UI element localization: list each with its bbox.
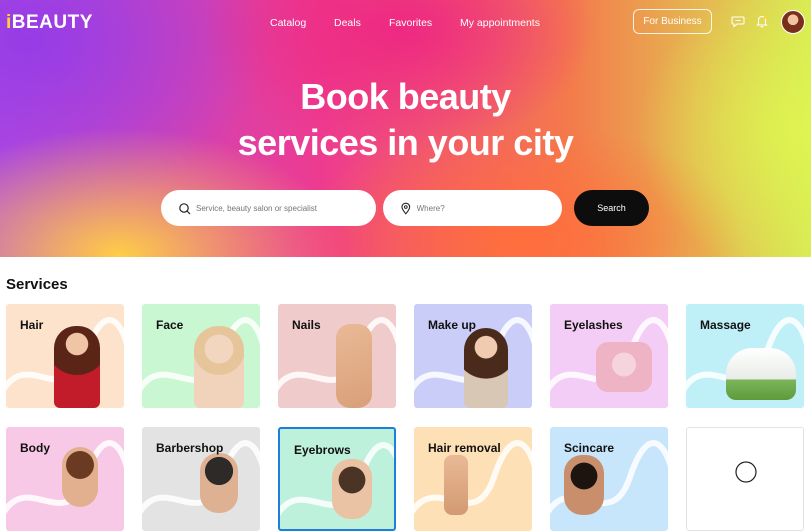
service-image — [200, 453, 238, 513]
service-image — [726, 348, 796, 400]
service-card-label: Eyelashes — [564, 318, 623, 332]
nav-deals[interactable]: Deals — [334, 17, 361, 29]
hero-headline-line1: Book beauty — [300, 76, 511, 117]
bell-icon[interactable] — [755, 14, 769, 28]
service-search-field[interactable] — [161, 190, 376, 226]
service-card-hair-removal[interactable]: Hair removal — [414, 427, 532, 531]
avatar[interactable] — [781, 10, 805, 34]
service-image — [444, 455, 468, 515]
nav-favorites[interactable]: Favorites — [389, 17, 432, 29]
service-card-barbershop[interactable]: Barbershop — [142, 427, 260, 531]
service-card-face[interactable]: Face — [142, 304, 260, 408]
service-image — [464, 328, 508, 408]
service-card-massage[interactable]: Massage — [686, 304, 804, 408]
service-card-more[interactable] — [686, 427, 804, 531]
service-card-label: Barbershop — [156, 441, 224, 455]
hero-banner: iBEAUTY Catalog Deals Favorites My appoi… — [0, 0, 811, 257]
logo[interactable]: iBEAUTY — [6, 12, 93, 34]
nav-catalog[interactable]: Catalog — [270, 17, 306, 29]
service-card-label: Hair removal — [428, 441, 501, 455]
service-card-hair[interactable]: Hair — [6, 304, 124, 408]
service-card-label: Eyebrows — [294, 443, 351, 457]
search-button[interactable]: Search — [574, 190, 649, 226]
service-card-eyelashes[interactable]: Eyelashes — [550, 304, 668, 408]
search-icon — [179, 202, 191, 214]
for-business-button[interactable]: For Business — [633, 9, 712, 34]
location-pin-icon — [401, 202, 411, 215]
location-input[interactable] — [416, 203, 562, 213]
service-card-body[interactable]: Body — [6, 427, 124, 531]
services-title: Services — [6, 276, 68, 293]
service-card-eyebrows[interactable]: Eyebrows — [278, 427, 396, 531]
location-field[interactable] — [383, 190, 562, 226]
service-image — [54, 326, 100, 408]
hero-headline-line2: services in your city — [237, 122, 574, 163]
service-card-label: Massage — [700, 318, 751, 332]
service-card-label: Make up — [428, 318, 477, 332]
service-card-label: Scincare — [564, 441, 615, 455]
service-card-nails[interactable]: Nails — [278, 304, 396, 408]
service-image — [564, 455, 604, 515]
service-card-label: Body — [20, 441, 50, 455]
chat-icon[interactable] — [731, 14, 745, 28]
service-search-input[interactable] — [196, 203, 346, 213]
nav-my-appointments[interactable]: My appointments — [460, 17, 540, 29]
service-image — [596, 342, 652, 392]
service-image — [336, 324, 372, 408]
service-card-label: Nails — [292, 318, 321, 332]
service-image — [62, 447, 98, 507]
service-image — [332, 459, 372, 519]
service-image — [194, 326, 244, 408]
more-services-icon — [735, 461, 757, 483]
service-card-label: Face — [156, 318, 184, 332]
service-card-make-up[interactable]: Make up — [414, 304, 532, 408]
service-card-label: Hair — [20, 318, 44, 332]
service-card-scincare[interactable]: Scincare — [550, 427, 668, 531]
